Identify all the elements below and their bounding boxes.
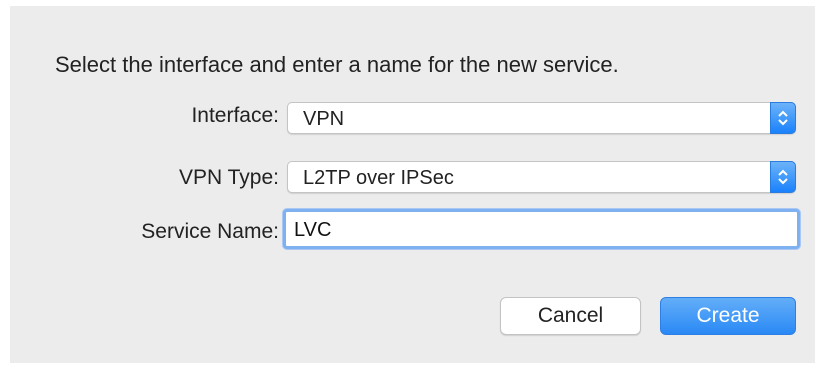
vpn-type-value: L2TP over IPSec bbox=[303, 167, 454, 189]
up-down-chevron-icon[interactable] bbox=[770, 161, 796, 193]
up-down-chevron-icon[interactable] bbox=[770, 102, 796, 134]
interface-popup[interactable]: VPN bbox=[287, 102, 796, 134]
instruction-text: Select the interface and enter a name fo… bbox=[55, 52, 619, 77]
service-name-label: Service Name: bbox=[141, 220, 279, 243]
interface-label: Interface: bbox=[191, 104, 279, 127]
vpn-type-popup[interactable]: L2TP over IPSec bbox=[287, 161, 796, 193]
create-button[interactable]: Create bbox=[660, 297, 796, 335]
service-name-field[interactable]: LVC bbox=[283, 209, 800, 249]
vpn-type-label: VPN Type: bbox=[179, 166, 279, 189]
service-name-value: LVC bbox=[294, 219, 332, 241]
cancel-button[interactable]: Cancel bbox=[500, 297, 641, 335]
interface-value: VPN bbox=[303, 108, 345, 130]
new-service-dialog: Select the interface and enter a name fo… bbox=[10, 6, 815, 363]
